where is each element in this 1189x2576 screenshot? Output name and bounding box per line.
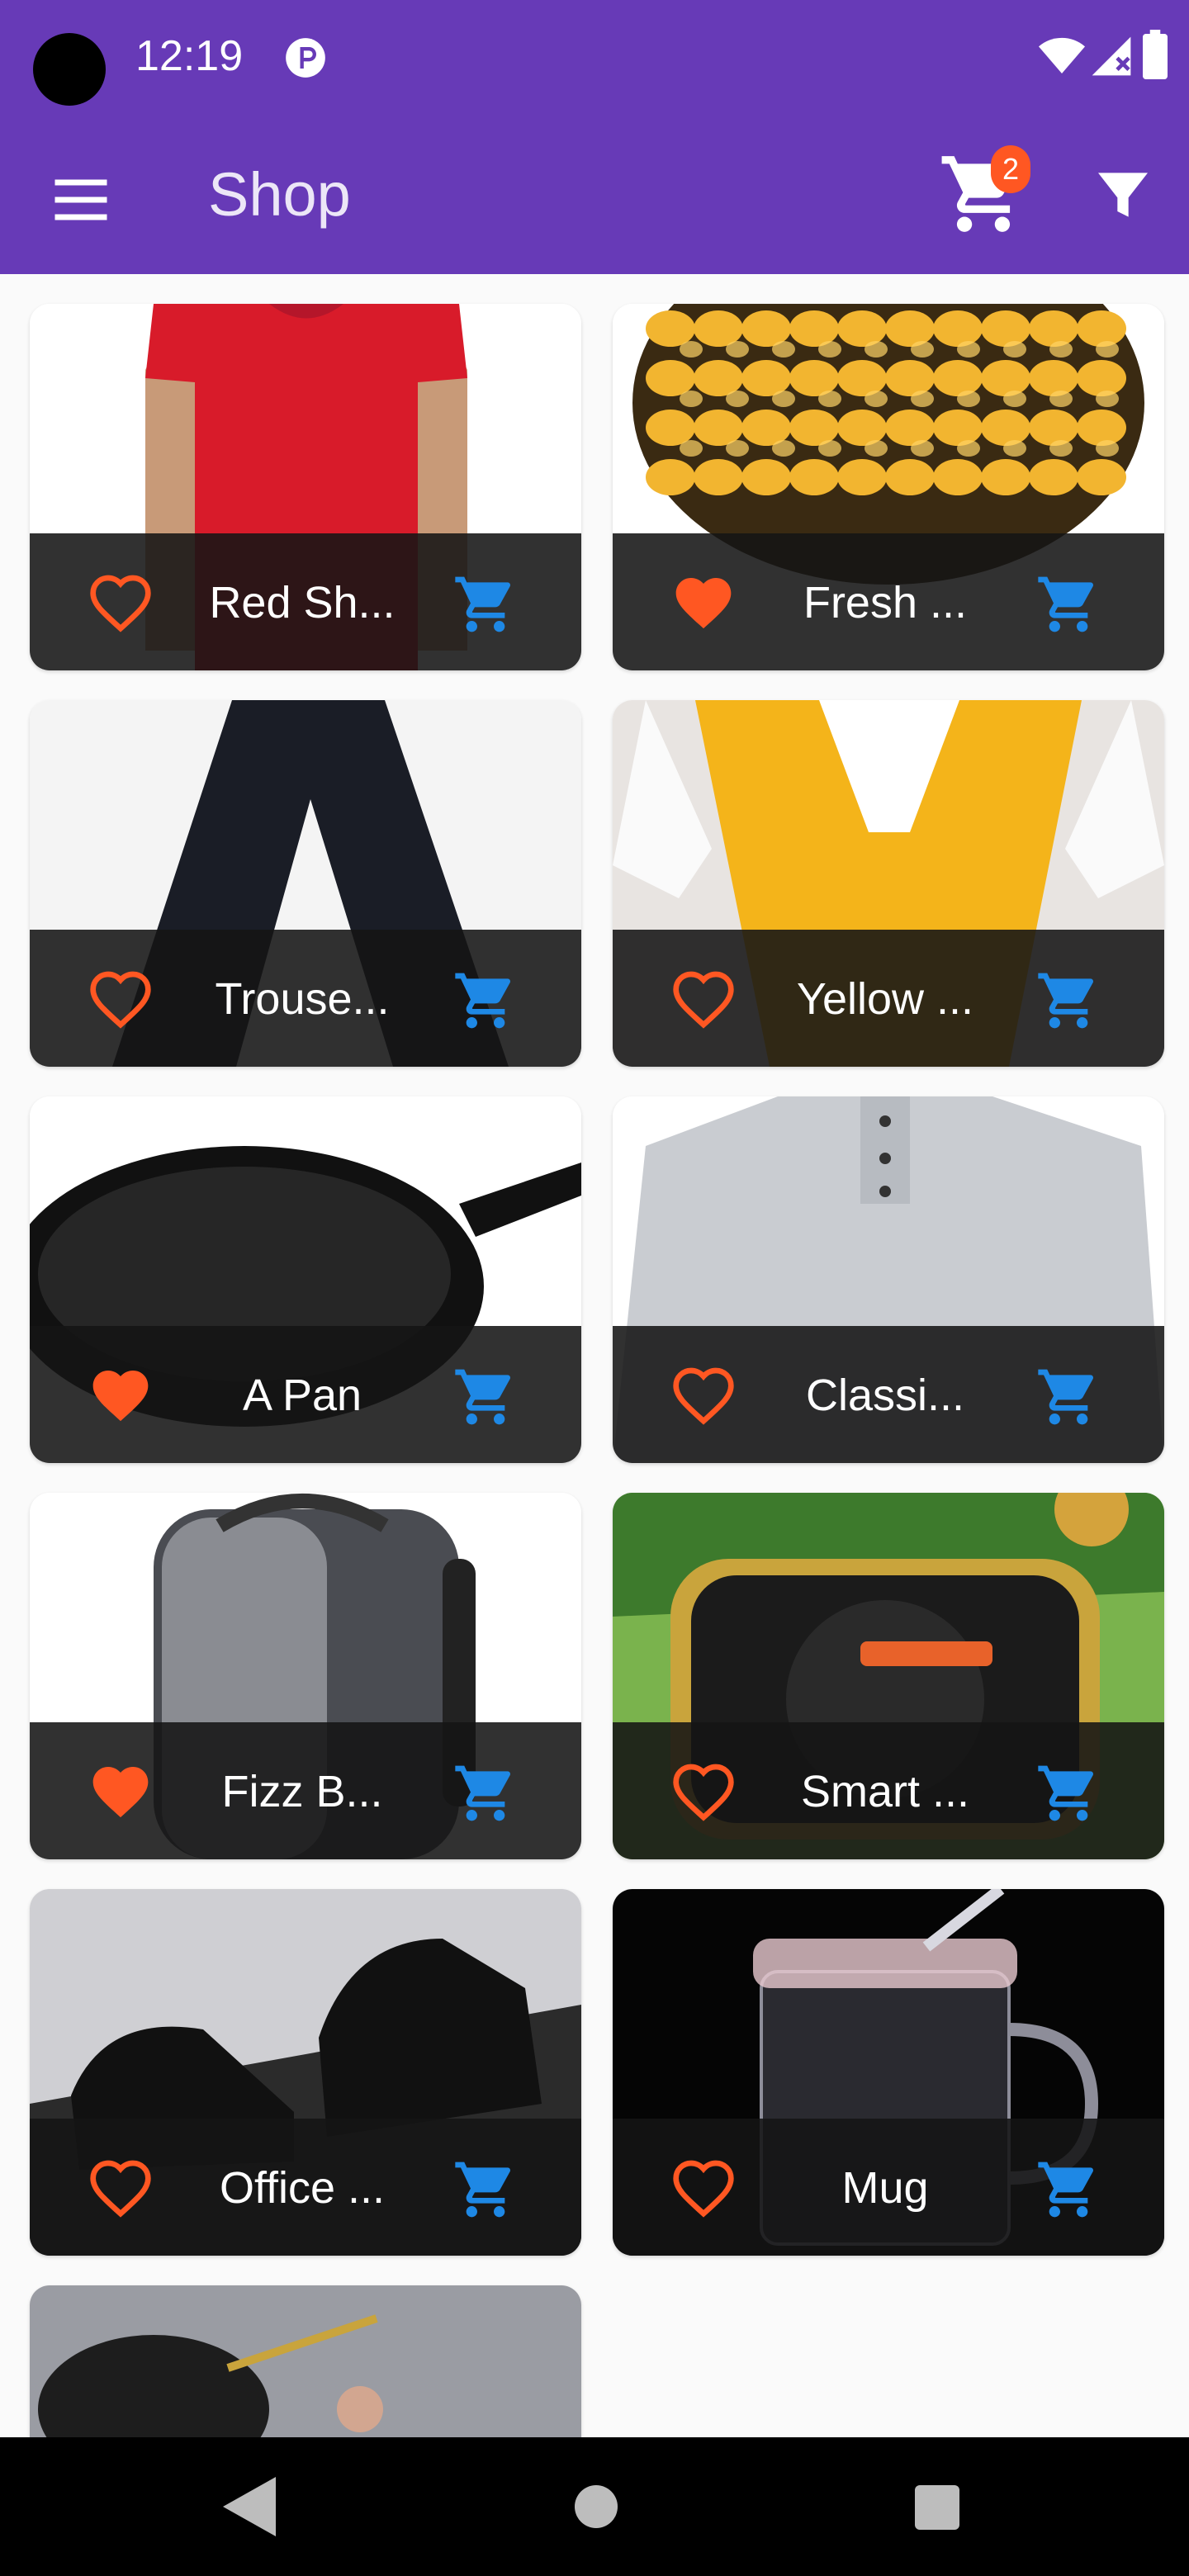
recents-icon[interactable] [915, 2485, 959, 2530]
product-card[interactable]: Classi... [613, 1096, 1164, 1463]
heart-outline-icon[interactable] [670, 2155, 737, 2221]
product-card-footer: Yellow ... [613, 930, 1164, 1067]
page-title: Shop [208, 160, 351, 229]
product-card[interactable] [30, 2285, 581, 2437]
add-to-cart-icon[interactable] [452, 2157, 519, 2223]
app-notification-icon [286, 38, 325, 78]
add-to-cart-icon[interactable] [452, 571, 519, 637]
status-time: 12:19 [135, 32, 244, 80]
status-bar: 12:19 [0, 0, 1189, 112]
add-to-cart-icon[interactable] [1035, 1364, 1101, 1430]
product-card-footer: Trouse... [30, 930, 581, 1067]
battery-icon [1143, 30, 1168, 79]
add-to-cart-icon[interactable] [1035, 571, 1101, 637]
back-icon[interactable] [223, 2477, 276, 2536]
product-title: Red Sh... [209, 578, 396, 627]
product-card-footer: A Pan [30, 1326, 581, 1463]
product-card[interactable]: Trouse... [30, 700, 581, 1067]
product-card[interactable]: Office ... [30, 1889, 581, 2256]
product-card[interactable]: Smart ... [613, 1493, 1164, 1859]
menu-icon[interactable] [46, 165, 116, 234]
camera-cutout [33, 33, 106, 106]
add-to-cart-icon[interactable] [452, 1760, 519, 1826]
product-card[interactable]: A Pan [30, 1096, 581, 1463]
signal-icon [1092, 36, 1131, 76]
product-card-footer: Red Sh... [30, 533, 581, 670]
product-grid: Red Sh... Fresh ... Trouse... Yellow ...… [0, 274, 1189, 2437]
add-to-cart-icon[interactable] [452, 1364, 519, 1430]
cart-count-badge: 2 [991, 145, 1030, 193]
heart-outline-icon[interactable] [88, 570, 154, 636]
product-title: Office ... [219, 2163, 386, 2213]
heart-filled-icon[interactable] [88, 1759, 154, 1825]
product-image [30, 2285, 581, 2437]
add-to-cart-icon[interactable] [452, 968, 519, 1034]
product-card-footer: Office ... [30, 2119, 581, 2256]
add-to-cart-icon[interactable] [1035, 968, 1101, 1034]
system-nav-bar [0, 2437, 1189, 2576]
heart-filled-icon[interactable] [88, 1362, 154, 1428]
product-card-footer: Smart ... [613, 1722, 1164, 1859]
heart-outline-icon[interactable] [670, 1759, 737, 1825]
heart-outline-icon[interactable] [88, 2155, 154, 2221]
product-title: Yellow ... [796, 974, 974, 1024]
product-card-footer: Fresh ... [613, 533, 1164, 670]
product-title: Fizz B... [221, 1767, 383, 1816]
heart-outline-icon[interactable] [88, 966, 154, 1032]
product-title: Trouse... [215, 974, 390, 1024]
app-bar: Shop 2 [0, 112, 1189, 274]
wifi-icon [1039, 37, 1085, 73]
product-card-footer: Fizz B... [30, 1722, 581, 1859]
product-card[interactable]: Yellow ... [613, 700, 1164, 1067]
filter-icon[interactable] [1090, 162, 1156, 228]
heart-outline-icon[interactable] [670, 1362, 737, 1428]
product-card[interactable]: Fresh ... [613, 304, 1164, 670]
product-title: Smart ... [800, 1767, 970, 1816]
product-card[interactable]: Mug [613, 1889, 1164, 2256]
heart-outline-icon[interactable] [670, 966, 737, 1032]
product-title: A Pan [242, 1371, 362, 1420]
product-title: Mug [841, 2163, 929, 2213]
add-to-cart-icon[interactable] [1035, 2157, 1101, 2223]
product-title: Fresh ... [803, 578, 968, 627]
product-title: Classi... [805, 1371, 965, 1420]
product-card-footer: Mug [613, 2119, 1164, 2256]
product-card-footer: Classi... [613, 1326, 1164, 1463]
home-icon[interactable] [575, 2485, 618, 2528]
product-card[interactable]: Red Sh... [30, 304, 581, 670]
heart-filled-icon[interactable] [670, 570, 737, 636]
product-card[interactable]: Fizz B... [30, 1493, 581, 1859]
add-to-cart-icon[interactable] [1035, 1760, 1101, 1826]
